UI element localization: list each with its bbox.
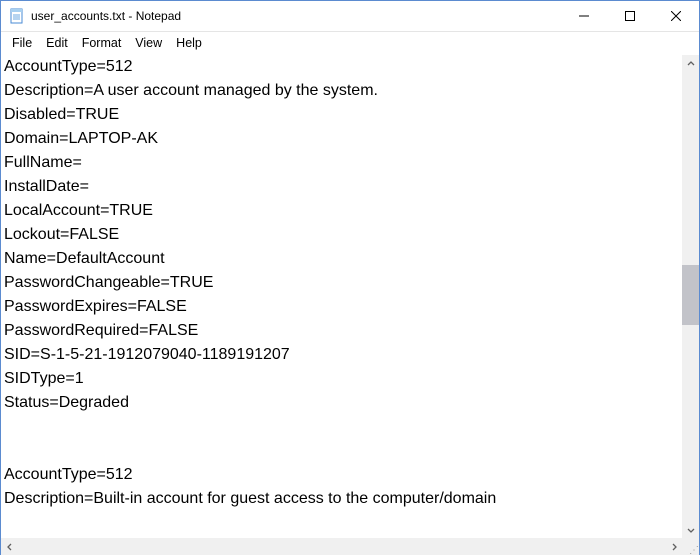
close-button[interactable] <box>653 1 699 31</box>
scroll-right-icon[interactable] <box>665 538 682 555</box>
scroll-left-icon[interactable] <box>1 538 18 555</box>
titlebar[interactable]: user_accounts.txt - Notepad <box>1 1 699 32</box>
minimize-button[interactable] <box>561 1 607 31</box>
menu-file[interactable]: File <box>5 34 39 52</box>
window-title: user_accounts.txt - Notepad <box>31 9 561 23</box>
text-editor[interactable]: AccountType=512 Description=A user accou… <box>1 55 682 538</box>
vertical-scroll-thumb[interactable] <box>682 265 699 325</box>
window-controls <box>561 1 699 31</box>
menu-view[interactable]: View <box>128 34 169 52</box>
content-area: AccountType=512 Description=A user accou… <box>1 55 699 538</box>
horizontal-scroll-track[interactable] <box>18 538 665 555</box>
scroll-up-icon[interactable] <box>682 55 699 72</box>
menu-edit[interactable]: Edit <box>39 34 75 52</box>
resize-grip[interactable]: ⋰ <box>682 538 699 555</box>
menubar: File Edit Format View Help <box>1 32 699 55</box>
maximize-button[interactable] <box>607 1 653 31</box>
scroll-down-icon[interactable] <box>682 521 699 538</box>
menu-format[interactable]: Format <box>75 34 129 52</box>
horizontal-scrollbar[interactable]: ⋰ <box>1 538 699 555</box>
menu-help[interactable]: Help <box>169 34 209 52</box>
vertical-scrollbar[interactable] <box>682 55 699 538</box>
notepad-icon <box>9 8 25 24</box>
